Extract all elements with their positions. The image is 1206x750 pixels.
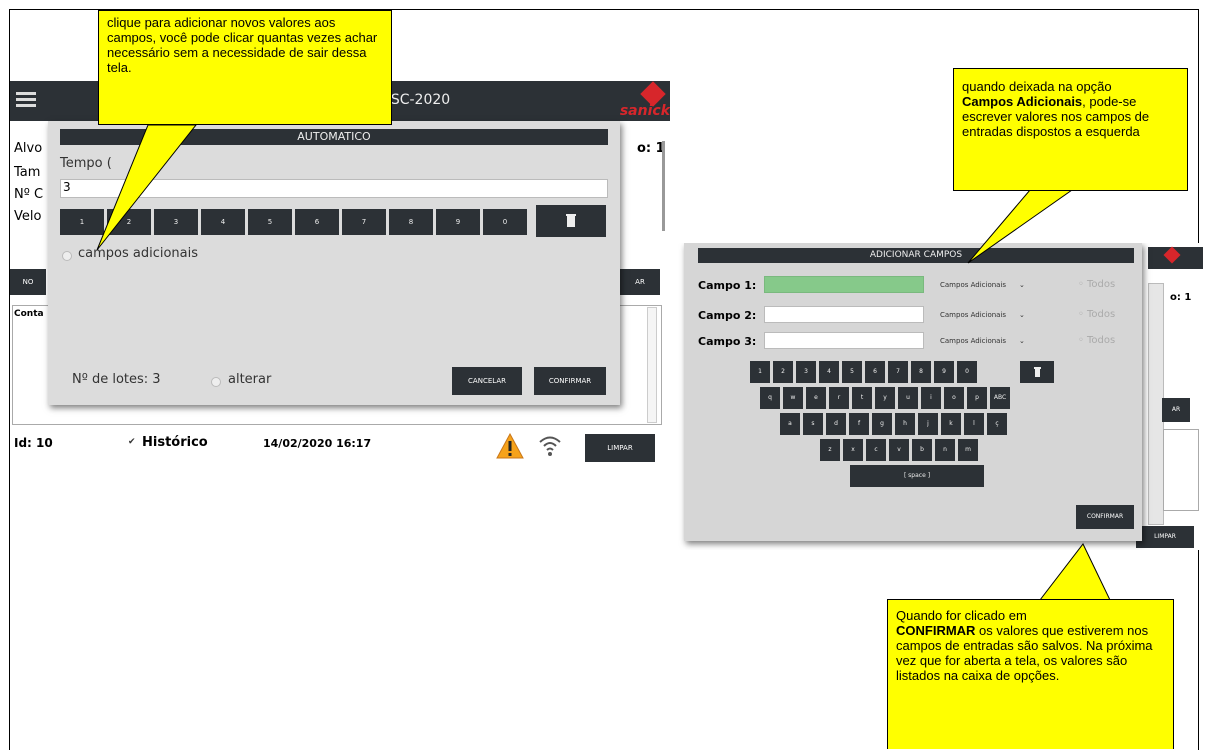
callout-top-left: clique para adicionar novos valores aos … [98, 10, 392, 125]
pointer-top-left [96, 124, 198, 251]
callout-top-right: quando deixada na opção Campos Adicionai… [953, 68, 1188, 191]
callout-bottom: Quando for clicado em CONFIRMAR os valor… [887, 599, 1174, 749]
pointer-top-right [967, 189, 1074, 264]
callout-top-right-bold: Campos Adicionais [962, 94, 1083, 109]
callout-top-right-text-1: quando deixada na opção [962, 79, 1112, 94]
callout-top-left-text: clique para adicionar novos valores aos … [107, 15, 378, 75]
pointer-bottom [1038, 543, 1111, 601]
callout-bottom-text-1: Quando for clicado em [896, 608, 1027, 623]
callout-bottom-bold: CONFIRMAR [896, 623, 976, 638]
